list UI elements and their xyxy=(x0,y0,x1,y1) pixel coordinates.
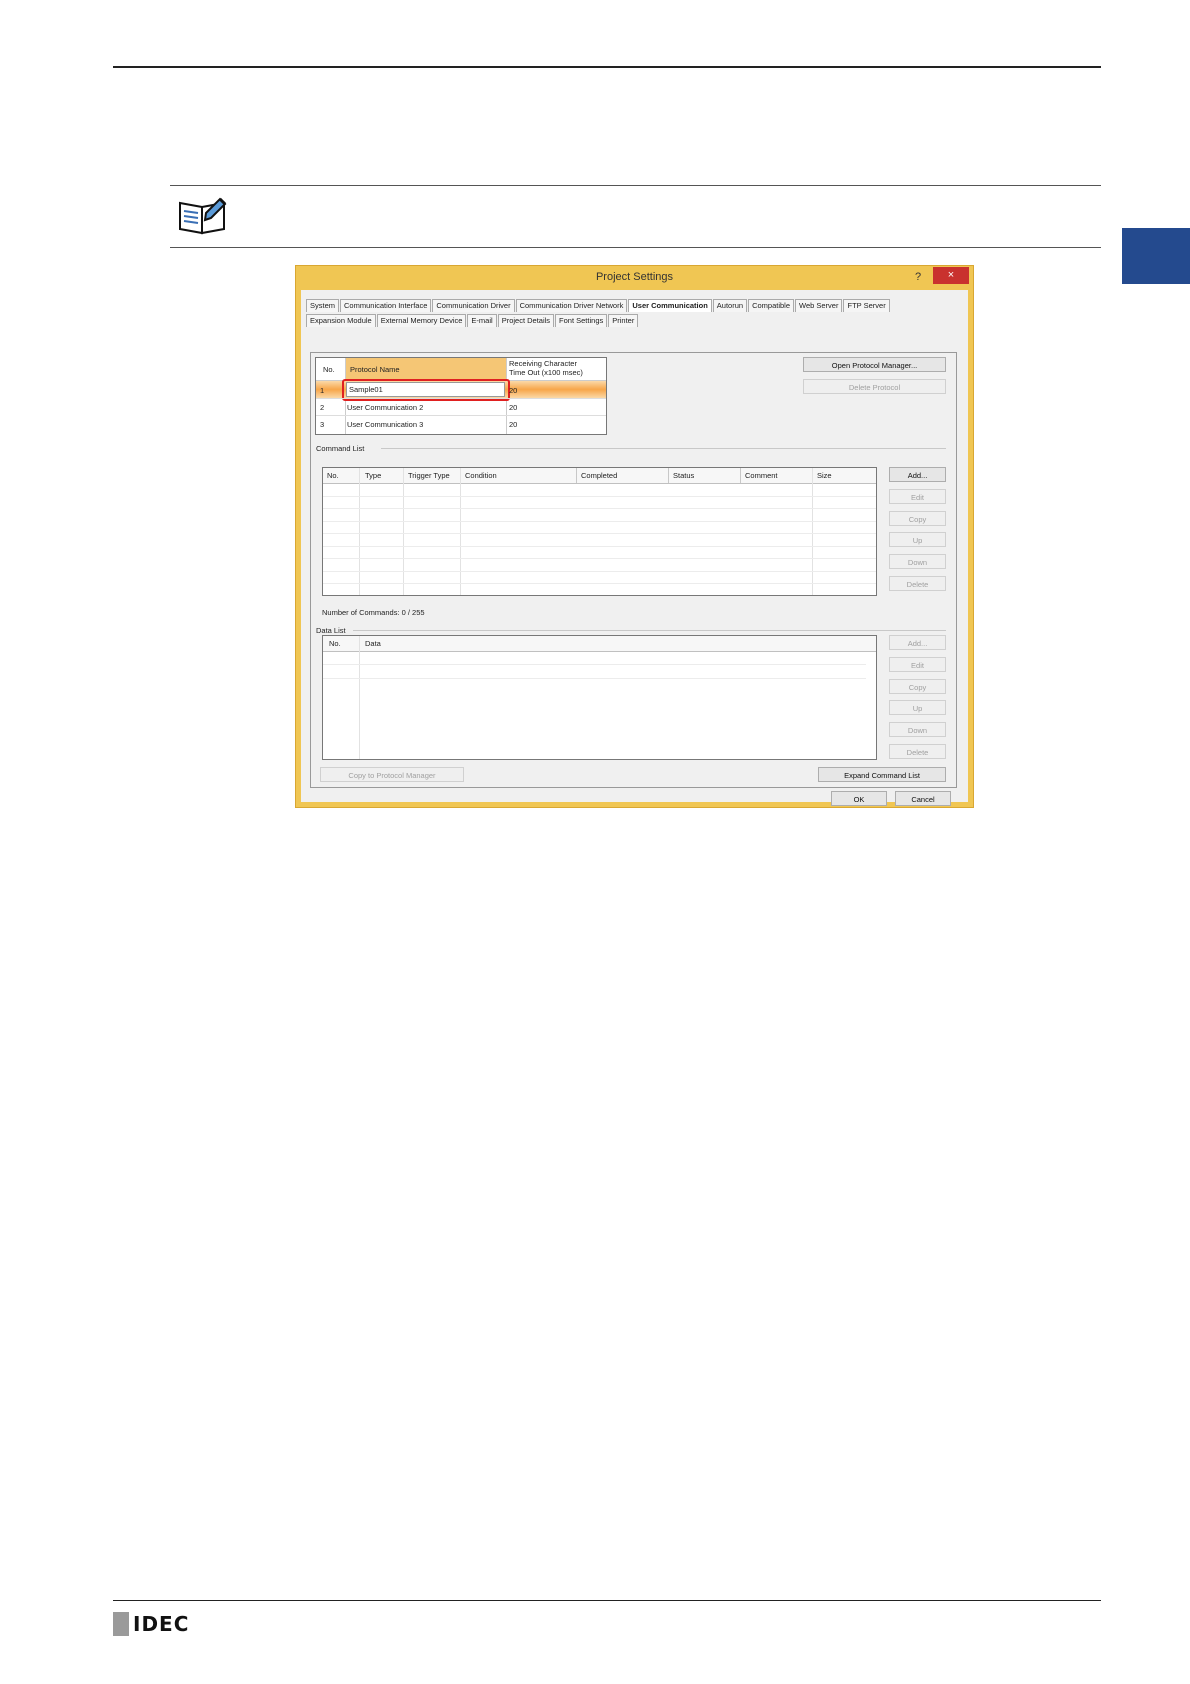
close-button[interactable]: × xyxy=(933,267,969,284)
user-communication-panel: No. Protocol Name Receiving Character Ti… xyxy=(310,352,957,788)
command-header-trigger-type[interactable]: Trigger Type xyxy=(408,471,450,481)
tab-compatible[interactable]: Compatible xyxy=(748,299,795,312)
data-header-data[interactable]: Data xyxy=(365,639,381,649)
tab-communication-driver-network[interactable]: Communication Driver Network xyxy=(515,299,628,312)
delete-protocol-button[interactable]: Delete Protocol xyxy=(803,379,946,394)
protocol-row-timeout[interactable]: 20 xyxy=(509,420,517,430)
command-header-no[interactable]: No. xyxy=(327,471,339,481)
protocol-row-timeout[interactable]: 20 xyxy=(509,386,517,396)
command-header-comment[interactable]: Comment xyxy=(745,471,778,481)
expand-command-list-button[interactable]: Expand Command List xyxy=(818,767,946,782)
protocol-row-name[interactable]: User Communication 3 xyxy=(347,420,423,430)
note-book-icon xyxy=(178,193,230,235)
project-settings-dialog: Project Settings ? × System Communication… xyxy=(295,265,974,808)
data-down-button[interactable]: Down xyxy=(889,722,946,737)
command-copy-button[interactable]: Copy xyxy=(889,511,946,526)
data-list-divider xyxy=(353,630,946,631)
tab-system[interactable]: System xyxy=(306,299,340,312)
protocol-row-timeout[interactable]: 20 xyxy=(509,403,517,413)
tab-row-1: System Communication Interface Communicati… xyxy=(306,299,891,313)
tab-communication-interface[interactable]: Communication Interface xyxy=(340,299,432,312)
logo-mark-icon xyxy=(113,1612,129,1636)
copy-to-protocol-manager-button[interactable]: Copy to Protocol Manager xyxy=(320,767,464,782)
help-button[interactable]: ? xyxy=(905,267,931,287)
command-list-divider xyxy=(381,448,946,449)
protocol-row-no: 1 xyxy=(320,386,325,395)
protocol-row-no: 2 xyxy=(320,403,325,412)
data-delete-button[interactable]: Delete xyxy=(889,744,946,759)
data-up-button[interactable]: Up xyxy=(889,700,946,715)
command-up-button[interactable]: Up xyxy=(889,532,946,547)
tab-project-details[interactable]: Project Details xyxy=(497,314,555,327)
command-edit-button[interactable]: Edit xyxy=(889,489,946,504)
command-delete-button[interactable]: Delete xyxy=(889,576,946,591)
header-rule xyxy=(113,66,1101,68)
data-copy-button[interactable]: Copy xyxy=(889,679,946,694)
note-top-rule xyxy=(170,185,1101,186)
tab-row-2: Expansion Module External Memory Device E-… xyxy=(306,314,639,328)
tab-font-settings[interactable]: Font Settings xyxy=(555,314,608,327)
tab-e-mail[interactable]: E-mail xyxy=(467,314,497,327)
data-list-label: Data List xyxy=(316,626,346,635)
dialog-title: Project Settings xyxy=(595,271,674,283)
protocol-row-no: 3 xyxy=(320,420,325,429)
logo-text: IDEC xyxy=(133,1612,190,1636)
dialog-titlebar[interactable]: Project Settings ? × xyxy=(296,266,973,290)
data-add-button[interactable]: Add... xyxy=(889,635,946,650)
note-bottom-rule xyxy=(170,247,1101,248)
protocol-header-name[interactable]: Protocol Name xyxy=(350,365,400,375)
protocol-row-name[interactable]: User Communication 2 xyxy=(347,403,423,413)
tab-user-communication[interactable]: User Communication xyxy=(628,299,712,312)
command-list-table[interactable]: No. Type Trigger Type Condition Complete… xyxy=(322,467,877,596)
footer-rule xyxy=(113,1600,1101,1601)
command-header-type[interactable]: Type xyxy=(365,471,381,481)
tab-web-server[interactable]: Web Server xyxy=(795,299,843,312)
protocol-row-name[interactable]: Sample01 xyxy=(349,385,383,395)
command-header-completed[interactable]: Completed xyxy=(581,471,617,481)
cancel-button[interactable]: Cancel xyxy=(895,791,951,806)
command-header-size[interactable]: Size xyxy=(817,471,832,481)
chapter-side-tab xyxy=(1122,228,1190,284)
tab-printer[interactable]: Printer xyxy=(608,314,639,327)
data-list-table[interactable]: No. Data xyxy=(322,635,877,760)
protocol-table: No. Protocol Name Receiving Character Ti… xyxy=(315,357,607,435)
command-count-text: Number of Commands: 0 / 255 xyxy=(322,608,425,617)
tab-ftp-server[interactable]: FTP Server xyxy=(843,299,890,312)
data-edit-button[interactable]: Edit xyxy=(889,657,946,672)
protocol-header-timeout-line2[interactable]: Time Out (x100 msec) xyxy=(509,368,583,378)
protocol-header-no[interactable]: No. xyxy=(323,365,335,375)
command-add-button[interactable]: Add... xyxy=(889,467,946,482)
ok-button[interactable]: OK xyxy=(831,791,887,806)
tab-expansion-module[interactable]: Expansion Module xyxy=(306,314,376,327)
tab-autorun[interactable]: Autorun xyxy=(712,299,748,312)
dialog-client-area: System Communication Interface Communicati… xyxy=(301,290,968,806)
tab-communication-driver[interactable]: Communication Driver xyxy=(432,299,515,312)
command-header-condition[interactable]: Condition xyxy=(465,471,497,481)
data-header-no[interactable]: No. xyxy=(329,639,341,649)
command-down-button[interactable]: Down xyxy=(889,554,946,569)
command-list-label: Command List xyxy=(316,444,365,453)
tab-external-memory-device[interactable]: External Memory Device xyxy=(376,314,467,327)
idec-logo: IDEC xyxy=(113,1612,189,1636)
open-protocol-manager-button[interactable]: Open Protocol Manager... xyxy=(803,357,946,372)
command-header-status[interactable]: Status xyxy=(673,471,694,481)
